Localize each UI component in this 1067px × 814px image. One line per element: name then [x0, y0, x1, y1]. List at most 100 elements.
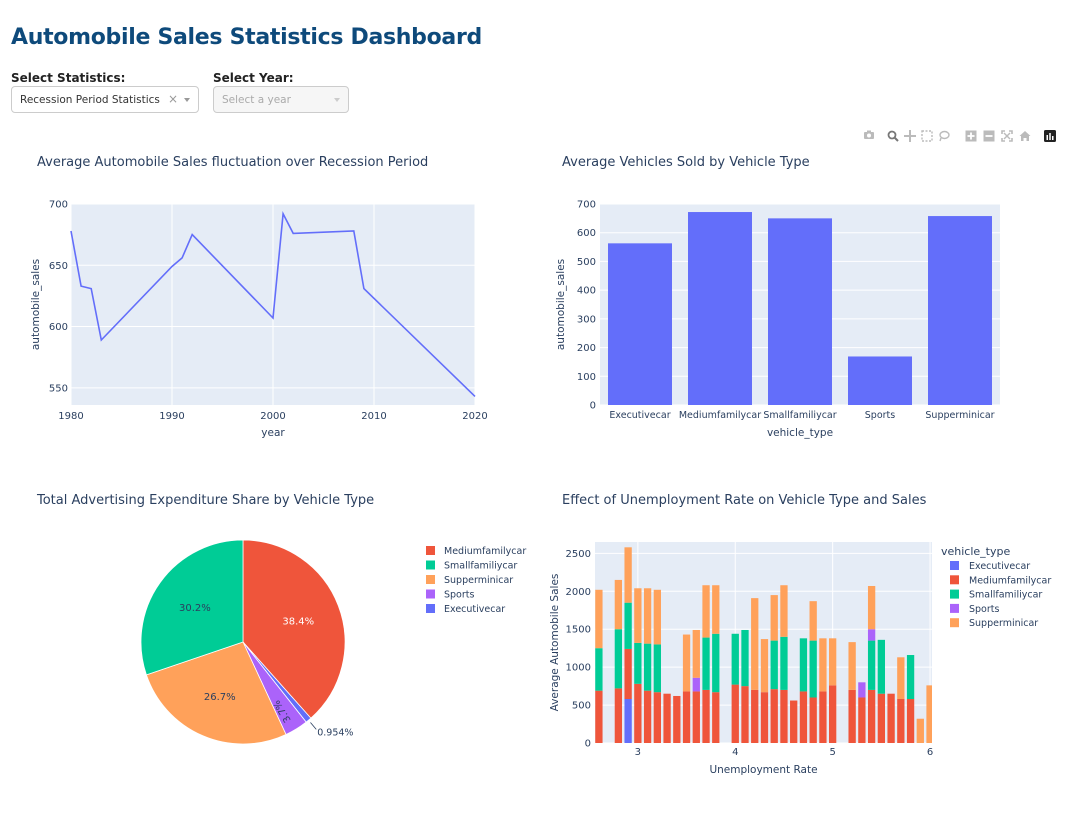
bar-segment: [712, 585, 720, 634]
bar-segment: [799, 691, 808, 743]
y-axis-label: Average Automobile Sales: [549, 574, 561, 712]
bar-segment: [906, 699, 915, 743]
bar-segment: [906, 655, 915, 700]
x-tick-label: 5: [829, 747, 835, 758]
bar-segment: [682, 634, 691, 692]
y-tick-label: 300: [577, 314, 596, 325]
bar-segment: [634, 588, 642, 643]
x-tick-label: 6: [927, 747, 933, 758]
bar-segment: [731, 684, 739, 743]
bar-segment: [858, 682, 866, 698]
bar-segment: [692, 677, 700, 692]
x-tick-label: 2000: [260, 411, 285, 422]
bar-segment: [634, 683, 642, 743]
x-tick-label: 4: [732, 747, 738, 758]
x-axis-label: vehicle_type: [767, 427, 833, 439]
y-tick-label: 600: [577, 228, 596, 239]
x-axis-label: Unemployment Rate: [709, 764, 817, 776]
legend-item-label: Smallfamiliycar: [969, 590, 1042, 601]
bar-segment: [702, 637, 710, 690]
bar-segment: [770, 595, 778, 641]
y-tick-label: 500: [577, 257, 596, 268]
bar-segment: [877, 639, 886, 694]
chart-title: Average Vehicles Sold by Vehicle Type: [562, 155, 810, 170]
y-tick-label: 100: [577, 372, 596, 383]
y-tick-label: 0: [585, 739, 591, 750]
bar-segment: [643, 690, 652, 743]
slice-label-leader: [310, 722, 317, 730]
bar-segment: [614, 688, 623, 743]
bar-segment: [780, 689, 788, 743]
bar-segment: [829, 685, 837, 743]
x-tick-label: Smallfamiliycar: [763, 410, 836, 421]
bar-segment: [809, 601, 817, 641]
legend-swatch: [950, 561, 959, 570]
bar-segment: [653, 644, 661, 693]
y-axis-label: automobile_sales: [30, 259, 42, 350]
x-tick-label: 2010: [361, 411, 386, 422]
bar-segment: [897, 699, 905, 743]
y-tick-label: 0: [590, 401, 596, 412]
slice-label: 38.4%: [282, 616, 314, 627]
bar-segment: [819, 638, 827, 692]
bar-segment: [595, 648, 603, 691]
bar-segment: [624, 547, 632, 603]
bar-segment: [702, 689, 710, 743]
bar-segment: [760, 692, 769, 743]
bar-segment: [653, 692, 661, 743]
y-tick-label: 400: [577, 286, 596, 297]
bar-segment: [673, 695, 681, 743]
legend-swatch: [426, 589, 435, 599]
legend-swatch: [950, 603, 959, 613]
chart-title: Effect of Unemployment Rate on Vehicle T…: [562, 493, 927, 508]
y-tick-label: 700: [49, 200, 68, 211]
bar-segment: [770, 689, 778, 743]
bar-segment: [702, 585, 710, 638]
legend-item-label: Executivecar: [444, 604, 505, 615]
x-tick-label: 2020: [462, 411, 487, 422]
legend-item-label: Executivecar: [969, 561, 1030, 572]
bar-segment: [780, 636, 788, 690]
bar-segment: [643, 643, 652, 691]
bar-segment: [848, 642, 856, 690]
slice-label: 30.2%: [179, 603, 211, 614]
bar-segment: [731, 633, 739, 685]
bar-segment: [809, 697, 817, 743]
bar-segment: [741, 629, 749, 687]
y-tick-label: 2000: [566, 587, 591, 598]
bar: [928, 216, 992, 405]
charts-canvas: Average Automobile Sales fluctuation ove…: [30, 155, 1051, 776]
legend-swatch: [426, 560, 435, 570]
bar-segment: [770, 640, 778, 690]
bar-segment: [634, 642, 642, 684]
legend-item-label: Sports: [969, 604, 1000, 615]
y-tick-label: 500: [572, 701, 591, 712]
y-tick-label: 200: [577, 343, 596, 354]
legend-item-label: Sports: [444, 590, 475, 601]
bar-segment: [780, 585, 788, 637]
bar-segment: [624, 648, 632, 700]
bar-segment: [712, 633, 720, 693]
bar-segment: [790, 700, 798, 743]
bar-segment: [741, 686, 749, 743]
chart-title: Total Advertising Expenditure Share by V…: [36, 493, 374, 508]
bar-segment: [653, 589, 661, 645]
bar-segment: [829, 638, 837, 686]
legend-item-label: Mediumfamilycar: [444, 546, 526, 557]
x-tick-label: Executivecar: [609, 410, 670, 421]
x-tick-label: Mediumfamilycar: [679, 410, 761, 421]
bar-segment: [887, 693, 895, 743]
legend-swatch: [426, 546, 435, 555]
slice-label: 0.954%: [317, 727, 353, 738]
bar-segment: [760, 639, 769, 693]
bar-segment: [614, 579, 623, 630]
bar-segment: [595, 690, 603, 743]
bar-segment: [819, 691, 827, 743]
y-tick-label: 600: [49, 322, 68, 333]
legend-item-label: Smallfamiliycar: [444, 561, 517, 572]
legend-item-label: Supperminicar: [969, 618, 1038, 629]
bar-segment: [751, 598, 759, 690]
bar-segment: [799, 638, 808, 692]
bar-segment: [751, 689, 759, 743]
bar-segment: [712, 692, 720, 743]
